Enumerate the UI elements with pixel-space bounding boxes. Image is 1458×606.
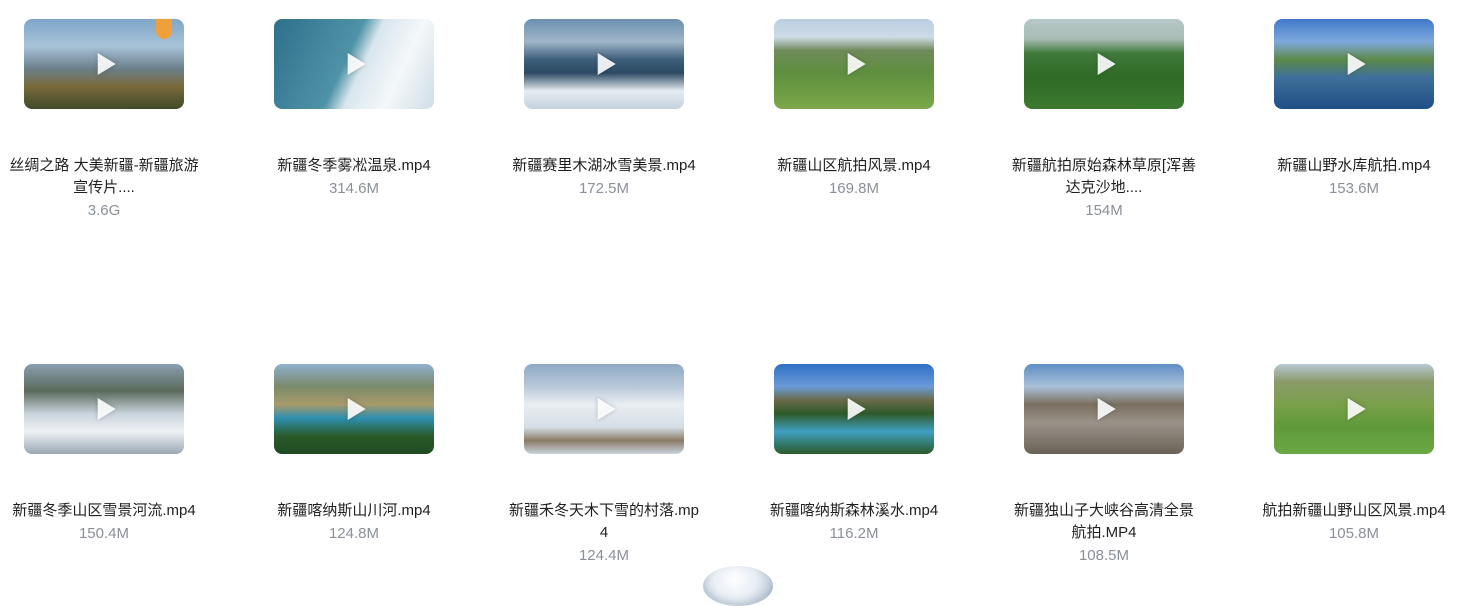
play-icon bbox=[1347, 398, 1366, 420]
play-icon bbox=[847, 53, 866, 75]
video-thumbnail[interactable] bbox=[524, 19, 684, 109]
video-size: 105.8M bbox=[1328, 525, 1380, 542]
video-size: 314.6M bbox=[328, 180, 380, 197]
video-size: 124.8M bbox=[328, 525, 380, 542]
video-name: 新疆喀纳斯山川河.mp4 bbox=[277, 502, 431, 519]
video-size: 108.5M bbox=[1078, 547, 1130, 564]
video-name: 新疆山野水库航拍.mp4 bbox=[1277, 157, 1431, 174]
video-item[interactable]: 新疆冬季山区雪景河流.mp4 150.4M bbox=[4, 364, 204, 545]
video-item[interactable]: 新疆赛里木湖冰雪美景.mp4 172.5M bbox=[504, 19, 704, 200]
video-size: 124.4M bbox=[578, 547, 630, 564]
video-thumbnail[interactable] bbox=[274, 364, 434, 454]
video-thumbnail[interactable] bbox=[774, 364, 934, 454]
video-file-grid: 丝绸之路 大美新疆-新疆旅游宣传片.... 3.6G 新疆冬季雾凇温泉.mp4 … bbox=[0, 0, 1458, 587]
video-item[interactable]: 新疆冬季雾凇温泉.mp4 314.6M bbox=[254, 19, 454, 200]
video-item[interactable]: 航拍新疆山野山区风景.mp4 105.8M bbox=[1254, 364, 1454, 545]
video-size: 169.8M bbox=[828, 180, 880, 197]
play-icon bbox=[597, 53, 616, 75]
video-size: 153.6M bbox=[1328, 180, 1380, 197]
video-name: 航拍新疆山野山区风景.mp4 bbox=[1262, 502, 1446, 519]
video-thumbnail[interactable] bbox=[524, 364, 684, 454]
video-name: 新疆赛里木湖冰雪美景.mp4 bbox=[512, 157, 696, 174]
video-name: 新疆禾冬天木下雪的村落.mp4 bbox=[508, 502, 699, 541]
play-icon bbox=[97, 53, 116, 75]
video-item[interactable]: 新疆山野水库航拍.mp4 153.6M bbox=[1254, 19, 1454, 200]
video-name: 丝绸之路 大美新疆-新疆旅游宣传片.... bbox=[9, 157, 199, 196]
video-size: 150.4M bbox=[78, 525, 130, 542]
video-thumbnail[interactable] bbox=[24, 19, 184, 109]
floating-assistant-icon[interactable] bbox=[703, 566, 773, 606]
play-icon bbox=[847, 398, 866, 420]
video-size: 3.6G bbox=[87, 202, 121, 219]
badge-icon bbox=[156, 19, 172, 39]
video-thumbnail[interactable] bbox=[774, 19, 934, 109]
video-thumbnail[interactable] bbox=[1024, 19, 1184, 109]
video-name: 新疆山区航拍风景.mp4 bbox=[777, 157, 931, 174]
video-item[interactable]: 新疆喀纳斯山川河.mp4 124.8M bbox=[254, 364, 454, 545]
video-name: 新疆独山子大峡谷高清全景航拍.MP4 bbox=[1013, 502, 1194, 541]
video-size: 116.2M bbox=[829, 525, 879, 542]
video-thumbnail[interactable] bbox=[274, 19, 434, 109]
video-thumbnail[interactable] bbox=[1274, 19, 1434, 109]
video-name: 新疆冬季雾凇温泉.mp4 bbox=[277, 157, 431, 174]
video-item[interactable]: 新疆喀纳斯森林溪水.mp4 116.2M bbox=[754, 364, 954, 545]
video-item[interactable]: 新疆禾冬天木下雪的村落.mp4 124.4M bbox=[504, 364, 704, 567]
video-name: 新疆喀纳斯森林溪水.mp4 bbox=[769, 502, 939, 519]
video-thumbnail[interactable] bbox=[1274, 364, 1434, 454]
video-size: 172.5M bbox=[578, 180, 630, 197]
play-icon bbox=[1097, 53, 1116, 75]
play-icon bbox=[1347, 53, 1366, 75]
video-item[interactable]: 新疆航拍原始森林草原[浑善达克沙地.... 154M bbox=[1004, 19, 1204, 222]
play-icon bbox=[1097, 398, 1116, 420]
video-item[interactable]: 丝绸之路 大美新疆-新疆旅游宣传片.... 3.6G bbox=[4, 19, 204, 222]
video-thumbnail[interactable] bbox=[24, 364, 184, 454]
video-size: 154M bbox=[1085, 202, 1123, 219]
play-icon bbox=[97, 398, 116, 420]
video-name: 新疆冬季山区雪景河流.mp4 bbox=[12, 502, 196, 519]
video-name: 新疆航拍原始森林草原[浑善达克沙地.... bbox=[1011, 157, 1197, 196]
video-thumbnail[interactable] bbox=[1024, 364, 1184, 454]
video-item[interactable]: 新疆山区航拍风景.mp4 169.8M bbox=[754, 19, 954, 200]
play-icon bbox=[347, 398, 366, 420]
play-icon bbox=[597, 398, 616, 420]
video-item[interactable]: 新疆独山子大峡谷高清全景航拍.MP4 108.5M bbox=[1004, 364, 1204, 567]
play-icon bbox=[347, 53, 366, 75]
